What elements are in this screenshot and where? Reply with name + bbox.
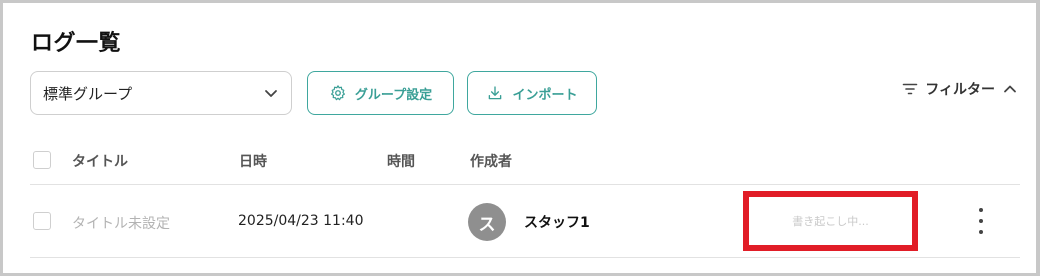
chevron-up-icon [1004,85,1016,93]
select-all-checkbox[interactable] [33,151,51,169]
row-checkbox[interactable] [33,212,51,230]
group-settings-button[interactable]: グループ設定 [307,71,454,115]
page-title: ログ一覧 [31,31,122,56]
filter-label: フィルター [925,82,995,98]
header-title: タイトル [72,154,128,170]
download-icon [489,86,502,100]
header-duration: 時間 [387,154,415,170]
table-header: タイトル 日時 時間 作成者 [30,143,1020,185]
avatar: ス [468,203,506,241]
group-select-value: 標準グループ [43,84,133,103]
log-list-panel: ログ一覧 標準グループ グループ設定 インポート フィルター タイトル 日時 時… [3,3,1036,273]
row-title[interactable]: タイトル未設定 [72,213,170,233]
import-button[interactable]: インポート [467,71,597,115]
table-row[interactable]: タイトル未設定 2025/04/23 11:40 ス スタッフ1 書き起こし中.… [30,186,1020,258]
header-datetime: 日時 [239,154,267,170]
import-label: インポート [512,87,578,103]
row-author-name: スタッフ1 [524,215,590,231]
status-text: 書き起こし中... [792,215,869,228]
row-datetime: 2025/04/23 11:40 [238,213,364,229]
gear-icon [330,85,345,101]
group-select[interactable]: 標準グループ [30,71,292,115]
kebab-menu-icon[interactable] [974,208,988,234]
filter-toggle[interactable]: フィルター [902,79,1018,99]
filter-icon [902,83,918,95]
status-badge: 書き起こし中... [743,191,918,251]
header-author: 作成者 [470,154,512,170]
chevron-down-icon [265,90,277,97]
group-settings-label: グループ設定 [354,87,433,103]
